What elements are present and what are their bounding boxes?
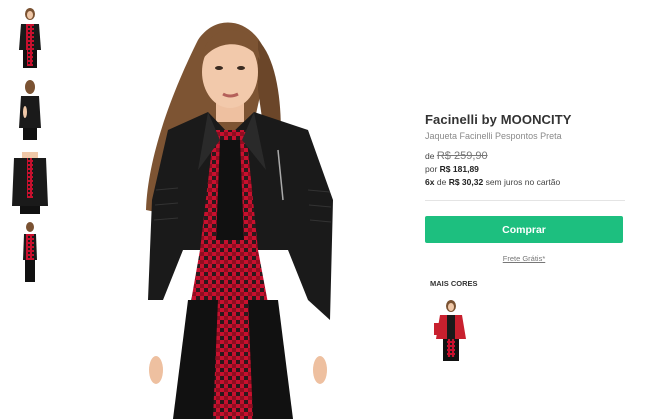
free-shipping-link[interactable]: Frete Grátis* (425, 254, 623, 263)
installments-line: 6x de R$ 30,32 sem juros no cartão (425, 176, 625, 189)
installments-de: de (436, 177, 447, 187)
sale-price: R$ 181,89 (439, 164, 479, 174)
sale-price-line: por R$ 181,89 (425, 163, 625, 176)
thumbnail-detail-view[interactable] (12, 150, 48, 214)
original-price-line: de R$ 259,90 (425, 150, 625, 163)
thumbnail-back-view[interactable] (12, 78, 48, 142)
thumbnail-side-view[interactable] (12, 220, 48, 284)
original-price: R$ 259,90 (436, 150, 488, 162)
buy-button[interactable]: Comprar (425, 216, 623, 243)
product-name: Jaqueta Facinelli Pespontos Preta (425, 131, 562, 141)
price-to-prefix: por (425, 164, 438, 174)
thumbnail-front-view[interactable] (12, 6, 48, 70)
product-brand-title: Facinelli by MOONCITY (425, 112, 572, 127)
price-from-prefix: de (425, 151, 435, 161)
color-option-red[interactable] (430, 299, 472, 363)
price-block: de R$ 259,90 por R$ 181,89 6x de R$ 30,3… (425, 150, 625, 189)
main-product-image (108, 0, 380, 419)
installments-count: 6x (425, 177, 435, 187)
model-photo-illustration (146, 22, 333, 419)
more-colors-title: MAIS CORES (430, 279, 478, 288)
installments-suffix: sem juros no cartão (485, 177, 561, 187)
product-info-panel: Facinelli by MOONCITY Jaqueta Facinelli … (425, 112, 625, 363)
divider (425, 200, 625, 201)
installments-value: R$ 30,32 (448, 177, 484, 187)
